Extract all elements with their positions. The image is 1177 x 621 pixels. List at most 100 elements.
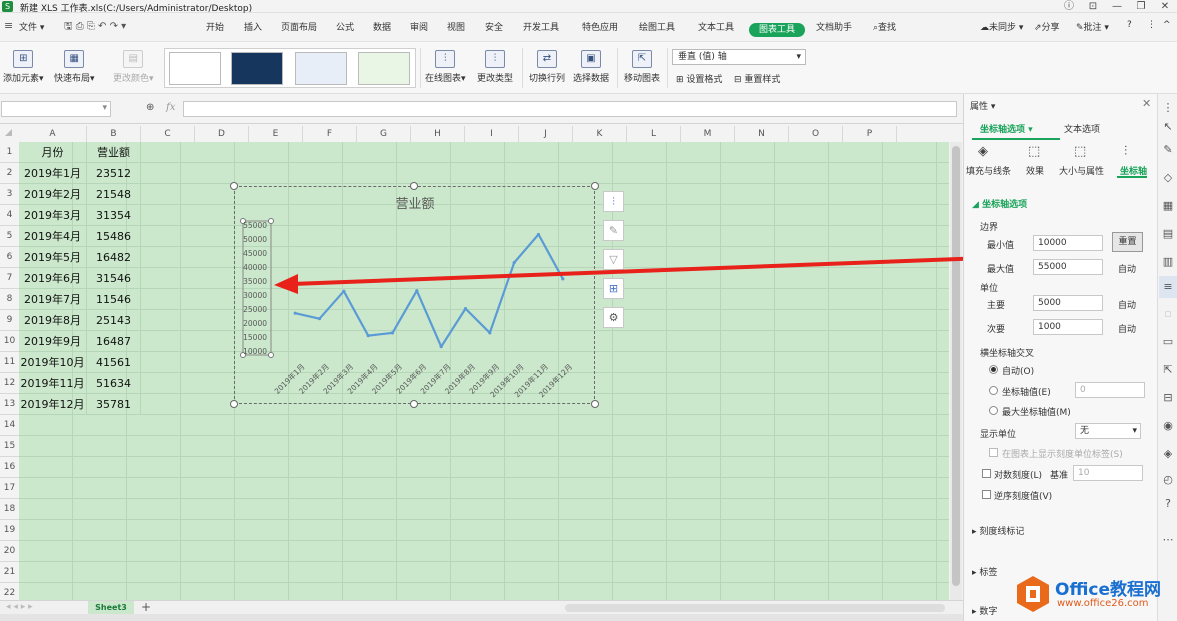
select-all-corner[interactable]	[5, 129, 12, 136]
row-header[interactable]: 2	[0, 163, 19, 184]
resize-handle[interactable]	[591, 182, 599, 190]
column-header-c[interactable]: C	[141, 126, 195, 142]
row-header[interactable]: 20	[0, 541, 19, 562]
sheet-nav-icons[interactable]: ◂ ◂ ▸ ▸	[6, 602, 33, 612]
hamburger-icon[interactable]: ≡	[4, 19, 13, 32]
export-icon[interactable]: ⇱	[1162, 364, 1174, 376]
comment-button[interactable]: ✎批注 ▾	[1076, 20, 1109, 33]
tab-security[interactable]: 安全	[485, 20, 503, 33]
tab-text-tools[interactable]: 文本工具	[698, 20, 734, 33]
table-cell[interactable]: 2019年12月	[19, 394, 87, 415]
pin-icon[interactable]: ⊡	[1082, 0, 1104, 13]
shapes-icon[interactable]: ◇	[1162, 172, 1174, 184]
subtab-fill-line[interactable]: 填充与线条	[966, 164, 1011, 177]
formula-input[interactable]	[183, 101, 957, 117]
properties-icon[interactable]: ≡	[1162, 281, 1174, 293]
reset-style-button[interactable]: ⊟ 重置样式	[734, 72, 780, 85]
axis-chart-icon[interactable]: ⫶	[1124, 144, 1127, 159]
min-value-input[interactable]: 10000	[1033, 235, 1103, 251]
collapse-rail-icon[interactable]: ⋮	[1162, 102, 1174, 114]
tab-special[interactable]: 特色应用	[582, 20, 618, 33]
table-cell[interactable]: 2019年8月	[19, 310, 87, 331]
resize-handle[interactable]	[230, 182, 238, 190]
share-rail-icon[interactable]: ▫	[1162, 308, 1174, 320]
close-panel-icon[interactable]: ✕	[1142, 97, 1151, 110]
tab-axis-options[interactable]: 坐标轴选项 ▾	[980, 122, 1033, 135]
table-cell[interactable]: 16487	[87, 331, 141, 352]
chart-filter-icon[interactable]: ▽	[603, 249, 624, 270]
sheet-tab[interactable]: Sheet3	[88, 601, 134, 615]
tab-text-options[interactable]: 文本选项	[1064, 122, 1100, 135]
tab-review[interactable]: 审阅	[410, 20, 428, 33]
column-header-m[interactable]: M	[681, 126, 735, 142]
chart-style-4[interactable]	[358, 52, 410, 85]
tab-formula[interactable]: 公式	[336, 20, 354, 33]
max-auto-button[interactable]: 自动	[1118, 262, 1136, 275]
cross-auto-radio[interactable]	[989, 365, 998, 374]
row-header[interactable]: 17	[0, 478, 19, 499]
chart-style-2[interactable]	[231, 52, 283, 85]
help-button[interactable]: ?	[1127, 20, 1132, 30]
minor-auto-button[interactable]: 自动	[1118, 322, 1136, 335]
row-header[interactable]: 19	[0, 520, 19, 541]
tab-insert[interactable]: 插入	[244, 20, 262, 33]
row-header[interactable]: 9	[0, 310, 19, 331]
tab-page-layout[interactable]: 页面布局	[281, 20, 317, 33]
major-unit-input[interactable]: 5000	[1033, 295, 1103, 311]
row-header[interactable]: 3	[0, 184, 19, 205]
column-header-l[interactable]: L	[627, 126, 681, 142]
size-properties-icon[interactable]: ⬚	[1074, 144, 1086, 159]
tab-home[interactable]: 开始	[206, 20, 224, 33]
file-menu[interactable]: 文件 ▾	[19, 20, 44, 33]
table-cell[interactable]: 2019年4月	[19, 226, 87, 247]
column-header-n[interactable]: N	[735, 126, 789, 142]
vertical-scroll-thumb[interactable]	[952, 146, 960, 586]
chart-style-1[interactable]	[169, 52, 221, 85]
sync-button[interactable]: ☁未同步 ▾	[980, 20, 1023, 33]
max-value-input[interactable]: 55000	[1033, 259, 1103, 275]
history-icon[interactable]: ◴	[1162, 474, 1174, 486]
online-chart-side-icon[interactable]: ⊞	[603, 278, 624, 299]
table-cell[interactable]: 月份	[19, 142, 87, 163]
close-window-button[interactable]: ✕	[1154, 0, 1176, 13]
row-header[interactable]: 18	[0, 499, 19, 520]
column-header-h[interactable]: H	[411, 126, 465, 142]
table-cell[interactable]: 35781	[87, 394, 141, 415]
table-icon[interactable]: ▦	[1162, 200, 1174, 212]
column-header-e[interactable]: E	[249, 126, 303, 142]
cross-value-input[interactable]: 0	[1075, 382, 1145, 398]
table-cell[interactable]: 2019年2月	[19, 184, 87, 205]
tick-marks-section[interactable]: ▸ 刻度线标记	[972, 524, 1024, 537]
column-header-j[interactable]: J	[519, 126, 573, 142]
row-header[interactable]: 10	[0, 331, 19, 352]
chart-style-brush-icon[interactable]: ✎	[603, 220, 624, 241]
tab-doc-assistant[interactable]: 文档助手	[816, 20, 852, 33]
online-chart-button[interactable]: ⫶ 在线图表▾	[425, 50, 466, 84]
set-format-button[interactable]: ⊞ 设置格式	[676, 72, 722, 85]
function-icon[interactable]: fx	[166, 102, 175, 113]
major-auto-button[interactable]: 自动	[1118, 298, 1136, 311]
labels-section[interactable]: ▸ 标签	[972, 565, 997, 578]
help-icon[interactable]: ⓘ	[1058, 0, 1080, 13]
vertical-scrollbar[interactable]	[950, 142, 962, 600]
location-icon[interactable]: ◉	[1162, 420, 1174, 432]
table-cell[interactable]: 16482	[87, 247, 141, 268]
share-button[interactable]: ⇗分享	[1034, 20, 1060, 33]
cursor-icon[interactable]: ↖	[1162, 121, 1174, 133]
rail-more-icon[interactable]: ⋯	[1162, 534, 1174, 546]
fill-line-icon[interactable]: ◈	[978, 144, 988, 159]
change-color-button[interactable]: ▤ 更改颜色▾	[113, 50, 154, 84]
tab-drawing-tools[interactable]: 绘图工具	[639, 20, 675, 33]
move-chart-button[interactable]: ⇱ 移动图表	[624, 50, 660, 84]
tab-developer[interactable]: 开发工具	[523, 20, 559, 33]
quick-layout-button[interactable]: ▦ 快速布局▾	[54, 50, 95, 84]
subtab-size-properties[interactable]: 大小与属性	[1059, 164, 1104, 177]
number-section[interactable]: ▸ 数字	[972, 604, 997, 617]
show-unit-checkbox[interactable]	[989, 448, 998, 457]
chart-elements-icon[interactable]: ⫶	[603, 191, 624, 212]
chart-icon[interactable]: ▥	[1162, 256, 1174, 268]
collapse-ribbon-icon[interactable]: ^	[1163, 20, 1171, 30]
log-scale-checkbox[interactable]	[982, 469, 991, 478]
row-header[interactable]: 13	[0, 394, 19, 415]
format-paint-icon[interactable]: ✎	[1162, 144, 1174, 156]
